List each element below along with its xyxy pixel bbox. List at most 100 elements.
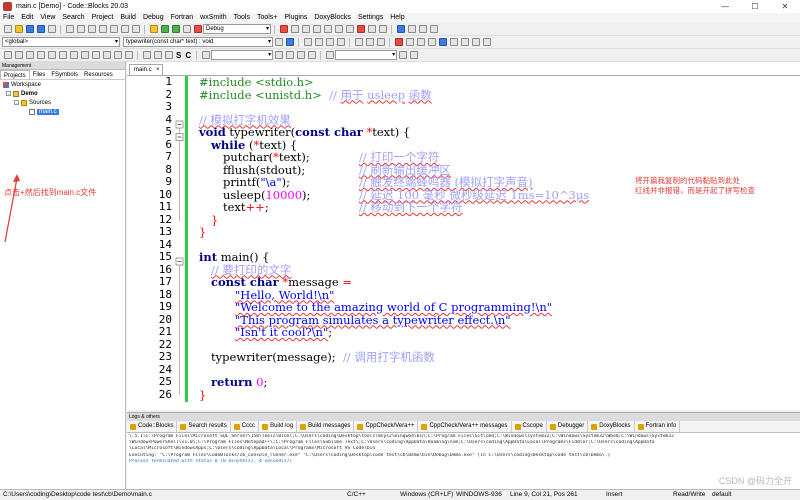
paste-icon[interactable] [109, 25, 118, 33]
search-next-icon[interactable] [285, 51, 294, 59]
search-icon[interactable] [164, 51, 173, 59]
menu-fortran[interactable]: Fortran [171, 13, 194, 23]
cut-icon[interactable] [87, 25, 96, 33]
jump-forward-icon[interactable] [285, 38, 294, 46]
menu-search[interactable]: Search [62, 13, 84, 23]
tab-build-log[interactable]: Build log [259, 421, 298, 432]
grid-icon[interactable] [102, 51, 111, 59]
regex-next-icon[interactable] [409, 51, 418, 59]
build-and-run-icon[interactable] [171, 25, 180, 33]
doxyblocks-icon[interactable] [405, 38, 414, 46]
doxyblocks-chm-icon[interactable] [449, 38, 458, 46]
match-case-icon[interactable] [307, 51, 316, 59]
scope-select[interactable]: <global> [2, 37, 120, 47]
editor-tab-main[interactable]: main.c × [129, 64, 163, 75]
new-file-icon[interactable] [3, 25, 12, 33]
debug-info-icon[interactable] [378, 25, 387, 33]
regex-input[interactable] [335, 50, 398, 60]
collapse-toggle-icon[interactable]: - [14, 100, 19, 105]
code-area[interactable]: #include <stdio.h> #include <unistd.h> /… [199, 76, 799, 410]
regex-prev-icon[interactable] [398, 51, 407, 59]
uncomment-icon[interactable] [314, 38, 323, 46]
run-icon[interactable] [160, 25, 169, 33]
doxyblocks-html-icon[interactable] [438, 38, 447, 46]
save-icon[interactable] [25, 25, 34, 33]
menu-tools[interactable]: Tools [234, 13, 250, 23]
fortran-icon[interactable] [396, 25, 405, 33]
bookmark-next-icon[interactable] [365, 38, 374, 46]
tab-debugger[interactable]: Debugger [547, 421, 589, 432]
debug-icon[interactable] [279, 25, 288, 33]
menu-plugins[interactable]: Plugins [284, 13, 307, 23]
build-log-output[interactable]: \.5.1\C:\Program Files\Microsoft SQL Ser… [127, 433, 800, 466]
step-into-icon[interactable] [312, 25, 321, 33]
search-prev-icon[interactable] [274, 51, 283, 59]
tree-project[interactable]: - Demo [3, 89, 125, 98]
replace-icon[interactable] [131, 25, 140, 33]
step-out-icon[interactable] [323, 25, 332, 33]
open-folder-icon[interactable] [14, 25, 23, 33]
maximize-icon[interactable]: ☐ [740, 0, 770, 13]
doxyblocks-run-icon[interactable] [427, 38, 436, 46]
function-select[interactable]: typewriter(const char* text) : void [123, 37, 273, 47]
dialog-icon[interactable] [69, 51, 78, 59]
tab-cccc[interactable]: Cccc [231, 421, 260, 432]
zoom-in-icon[interactable] [142, 51, 151, 59]
run-to-cursor-icon[interactable] [290, 25, 299, 33]
menu-file[interactable]: File [3, 13, 14, 23]
tab-projects[interactable]: Projects [0, 70, 30, 79]
rebuild-icon[interactable] [182, 25, 191, 33]
block-select-icon[interactable] [14, 51, 23, 59]
fortran-tools-icon[interactable] [429, 25, 438, 33]
collapse-toggle-icon[interactable]: - [6, 91, 11, 96]
incremental-search-input[interactable] [211, 50, 274, 60]
tab-fortran-info[interactable]: Fortran info [635, 421, 681, 432]
stream-comment-icon[interactable] [325, 38, 334, 46]
menu-build[interactable]: Build [120, 13, 136, 23]
build-target-select[interactable]: Debug [203, 24, 271, 34]
doxyblocks-config-icon[interactable] [416, 38, 425, 46]
redo-icon[interactable] [76, 25, 85, 33]
build-icon[interactable] [149, 25, 158, 33]
regex-icon[interactable] [325, 51, 334, 59]
tab-resources[interactable]: Resources [81, 70, 116, 79]
print-icon[interactable] [47, 25, 56, 33]
box-comment-icon[interactable] [336, 38, 345, 46]
tab-cppcheck[interactable]: CppCheck/Vera++ [354, 421, 419, 432]
list-icon[interactable] [124, 51, 133, 59]
menu-edit[interactable]: Edit [21, 13, 33, 23]
fortran-format-icon[interactable] [418, 25, 427, 33]
next-instruction-icon[interactable] [334, 25, 343, 33]
menu-tools-plus[interactable]: Tools+ [257, 13, 277, 23]
layout-icon[interactable] [36, 51, 45, 59]
select-icon[interactable] [25, 51, 34, 59]
doxyblocks-extract-icon[interactable] [482, 38, 491, 46]
incremental-search-icon[interactable] [201, 51, 210, 59]
close-tab-icon[interactable]: × [156, 65, 160, 75]
doxyblocks-line-icon[interactable] [471, 38, 480, 46]
close-icon[interactable]: ✕ [770, 0, 800, 13]
menu-settings[interactable]: Settings [358, 13, 383, 23]
frame-icon[interactable] [80, 51, 89, 59]
next-line-icon[interactable] [301, 25, 310, 33]
stop-debugger-icon[interactable] [356, 25, 365, 33]
code-editor[interactable]: main.c × 1 2 3 4 5 6 7 8 9 10 11 12 13 1… [127, 62, 800, 410]
toggle-editor-icon[interactable] [3, 51, 12, 59]
window-icon[interactable] [47, 51, 56, 59]
doxyblocks-block-icon[interactable] [460, 38, 469, 46]
step-into-instruction-icon[interactable] [345, 25, 354, 33]
tree-file-main[interactable]: main.c [3, 107, 125, 116]
s-icon[interactable]: S [176, 51, 181, 60]
highlight-all-icon[interactable] [296, 51, 305, 59]
menu-view[interactable]: View [40, 13, 55, 23]
split-icon[interactable] [58, 51, 67, 59]
save-all-icon[interactable] [36, 25, 45, 33]
zoom-out-icon[interactable] [153, 51, 162, 59]
tree-workspace[interactable]: Workspace [3, 80, 125, 89]
find-icon[interactable] [120, 25, 129, 33]
menu-wxsmith[interactable]: wxSmith [200, 13, 226, 23]
tab-cscope[interactable]: Cscope [512, 421, 547, 432]
tab-files[interactable]: Files [30, 70, 49, 79]
copy-icon[interactable] [98, 25, 107, 33]
sizer-icon[interactable] [113, 51, 122, 59]
